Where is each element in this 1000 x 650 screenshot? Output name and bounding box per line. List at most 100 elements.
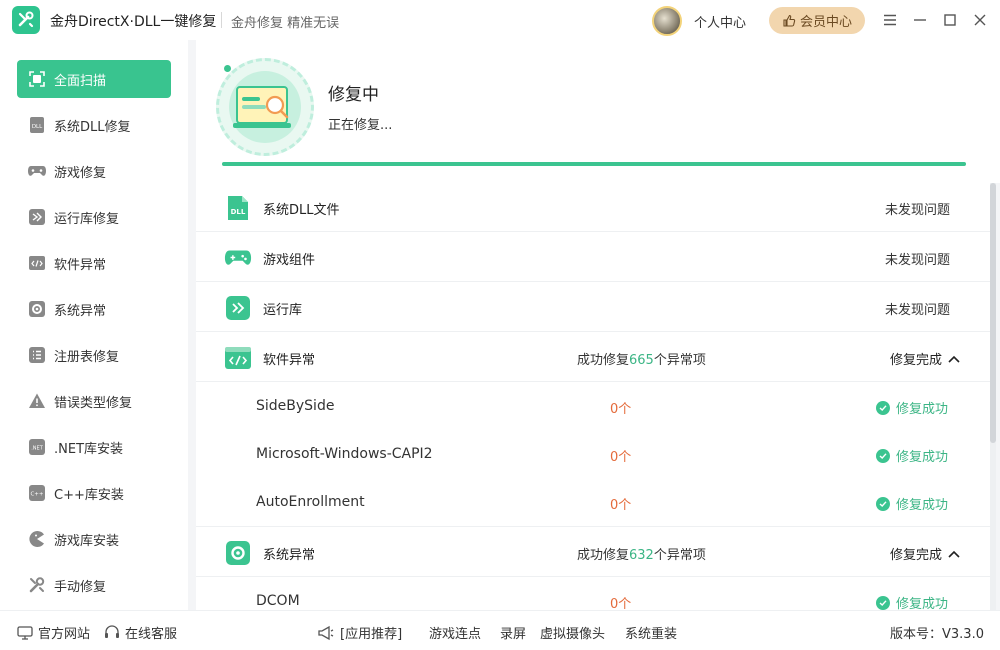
sidebar-item-label: 软件异常 [54, 257, 107, 273]
headset-icon [105, 625, 119, 638]
sidebar: 全面扫描 DLL 系统DLL修复 游戏修复 运行库修复 软件异常 系统异常 注册… [0, 40, 188, 610]
list-item: AutoEnrollment 0个 修复成功 [196, 479, 990, 527]
megaphone-icon [318, 625, 334, 640]
sidebar-item-error-type-repair[interactable]: 错误类型修复 [17, 382, 171, 420]
status-title: 修复中 [328, 85, 379, 105]
svg-text:C++: C++ [30, 492, 43, 498]
list-item: SideBySide 0个 修复成功 [256, 398, 948, 417]
sidebar-item-game-lib-install[interactable]: 游戏库安装 [17, 520, 171, 558]
svg-text:DLL: DLL [231, 208, 246, 216]
app-recommend: [应用推荐] [317, 623, 402, 642]
category-done-toggle[interactable]: 修复完成 [890, 349, 960, 368]
sidebar-item-label: 系统DLL修复 [54, 119, 131, 135]
official-site-link[interactable]: 官方网站 [17, 623, 90, 642]
category-name: 软件异常 [263, 353, 316, 368]
repair-progress-bar [222, 162, 966, 166]
sidebar-item-runtime-repair[interactable]: 运行库修复 [17, 198, 171, 236]
scrollbar-thumb[interactable] [990, 183, 996, 443]
sidebar-item-software-exception[interactable]: 软件异常 [17, 244, 171, 282]
app-slogan: 金舟修复 精准无误 [231, 16, 340, 31]
footer-link-system-reinstall[interactable]: 系统重装 [625, 623, 677, 642]
sidebar-item-label: 运行库修复 [54, 211, 120, 227]
title-bar: 金舟DirectX·DLL一键修复 金舟修复 精准无误 个人中心 会员中心 [0, 0, 1000, 40]
category-row-runtime: 运行库 未发现问题 [196, 283, 990, 332]
wrench-logo-icon [18, 11, 34, 28]
category-row-system-exception[interactable]: 系统异常 成功修复632个异常项 修复完成 [196, 528, 990, 577]
cpp-icon: C++ [27, 483, 47, 503]
list-icon [27, 345, 47, 365]
personal-center-link[interactable]: 个人中心 [694, 12, 746, 31]
net-icon: .NET [27, 437, 47, 457]
wrench-icon [27, 575, 47, 595]
fixed-count: 665 [629, 353, 654, 368]
pacman-icon [27, 529, 47, 549]
check-circle-icon [875, 400, 890, 415]
repair-result-list: DLL 系统DLL文件 未发现问题 游戏组件 未发现问题 运行库 未发现问题 软… [196, 183, 990, 610]
fixed-count: 632 [629, 548, 654, 563]
status-subtitle: 正在修复... [328, 118, 393, 133]
runtime-icon [27, 207, 47, 227]
category-row-software-exception[interactable]: 软件异常 成功修复665个异常项 修复完成 [196, 333, 990, 382]
dll-icon: DLL [27, 115, 47, 135]
sidebar-item-dotnet-install[interactable]: .NET .NET库安装 [17, 428, 171, 466]
sidebar-item-label: 注册表修复 [54, 349, 120, 365]
close-button[interactable] [970, 10, 990, 30]
chevron-up-icon [948, 355, 960, 363]
status-header: 修复中 正在修复... [196, 40, 1000, 183]
thumb-up-icon [783, 14, 796, 27]
sidebar-item-label: 系统异常 [54, 303, 107, 319]
sidebar-item-manual-repair[interactable]: 手动修复 [17, 566, 171, 604]
chevron-up-icon [948, 550, 960, 558]
sidebar-item-dll-repair[interactable]: DLL 系统DLL修复 [17, 106, 171, 144]
footer-link-screen-record[interactable]: 录屏 [500, 623, 526, 642]
code-icon [27, 253, 47, 273]
footer: 官方网站 在线客服 [应用推荐] 游戏连点 录屏 虚拟摄像头 系统重装 版本号：… [0, 610, 1000, 650]
sidebar-item-label: .NET库安装 [54, 441, 124, 457]
category-done-toggle[interactable]: 修复完成 [890, 544, 960, 563]
sidebar-item-label: 游戏修复 [54, 165, 107, 181]
check-circle-icon [875, 448, 890, 463]
list-item: DCOM 0个 修复成功 [256, 593, 948, 610]
sidebar-item-registry-repair[interactable]: 注册表修复 [17, 336, 171, 374]
close-icon [974, 14, 986, 26]
app-title: 金舟DirectX·DLL一键修复 [50, 14, 217, 30]
category-summary: 成功修复665个异常项 [577, 353, 706, 368]
avatar[interactable] [652, 6, 682, 36]
sidebar-item-label: 游戏库安装 [54, 533, 120, 549]
svg-text:.NET: .NET [31, 446, 43, 452]
sidebar-item-game-repair[interactable]: 游戏修复 [17, 152, 171, 190]
minimize-button[interactable] [910, 10, 930, 30]
category-status: 未发现问题 [884, 203, 950, 218]
maximize-button[interactable] [940, 10, 960, 30]
menu-button[interactable] [880, 10, 900, 30]
sidebar-item-full-scan[interactable]: 全面扫描 [17, 60, 171, 98]
minimize-icon [914, 19, 926, 21]
sidebar-item-label: 全面扫描 [54, 73, 107, 89]
sidebar-item-cpp-install[interactable]: C++ C++库安装 [17, 474, 171, 512]
category-summary: 成功修复632个异常项 [577, 548, 706, 563]
category-name: 系统异常 [263, 548, 316, 563]
online-service-link[interactable]: 在线客服 [104, 623, 177, 642]
category-name: 游戏组件 [263, 253, 316, 268]
repair-progress-fill [222, 162, 966, 166]
scrollbar[interactable] [990, 183, 996, 610]
svg-text:DLL: DLL [32, 124, 43, 130]
sidebar-item-label: 手动修复 [54, 579, 107, 595]
version-label: 版本号：V3.3.0 [890, 627, 984, 642]
menu-icon [884, 14, 896, 26]
sidebar-item-system-exception[interactable]: 系统异常 [17, 290, 171, 328]
title-divider [221, 12, 222, 28]
sidebar-item-label: 错误类型修复 [54, 395, 133, 411]
check-circle-icon [875, 496, 890, 511]
category-status: 未发现问题 [884, 253, 950, 268]
app-logo [12, 6, 40, 34]
status-illustration [216, 58, 314, 156]
check-circle-icon [875, 595, 890, 610]
vip-center-button[interactable]: 会员中心 [769, 7, 865, 34]
category-status: 未发现问题 [884, 303, 950, 318]
gamepad-icon [27, 161, 47, 181]
footer-link-auto-clicker[interactable]: 游戏连点 [429, 623, 481, 642]
vip-center-label: 会员中心 [799, 15, 852, 30]
category-name: 系统DLL文件 [263, 203, 340, 218]
footer-link-virtual-camera[interactable]: 虚拟摄像头 [540, 623, 605, 642]
